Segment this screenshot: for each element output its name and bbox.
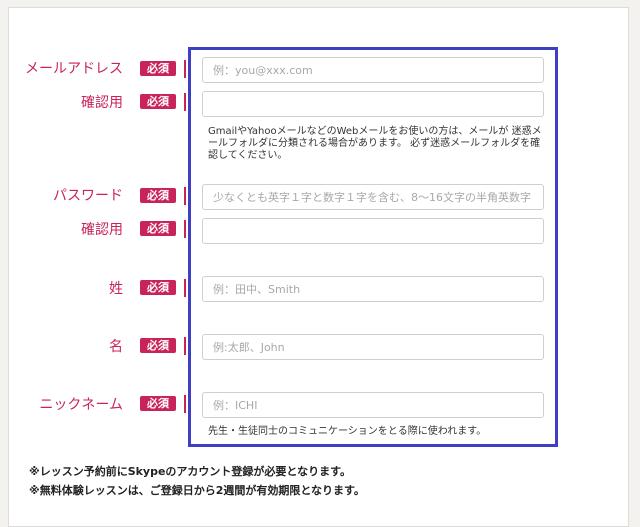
skype-footnote: ※レッスン予約前にSkypeのアカウント登録が必要となります。 [29,465,352,478]
email-confirm-label: 確認用 [81,95,123,111]
password-label: パスワード [53,188,123,204]
trial-footnote: ※無料体験レッスンは、ご登録日から2週間が有効期限となります。 [29,484,365,497]
required-badge: 必須 [140,338,176,353]
last-name-label: 姓 [109,281,123,297]
required-badge: 必須 [140,188,176,203]
label-divider [184,220,186,238]
required-badge: 必須 [140,396,176,411]
label-divider [184,187,186,205]
nickname-label: ニックネーム [39,397,123,413]
required-badge: 必須 [140,280,176,295]
label-divider [184,395,186,413]
label-divider [184,279,186,297]
required-badge: 必須 [140,94,176,109]
email-label: メールアドレス [25,61,123,77]
required-badge: 必須 [140,221,176,236]
required-badge: 必須 [140,61,176,76]
label-divider [184,93,186,111]
label-divider [184,60,186,78]
highlight-frame [188,47,558,447]
label-divider [184,337,186,355]
first-name-label: 名 [109,339,123,355]
password-confirm-label: 確認用 [81,222,123,238]
